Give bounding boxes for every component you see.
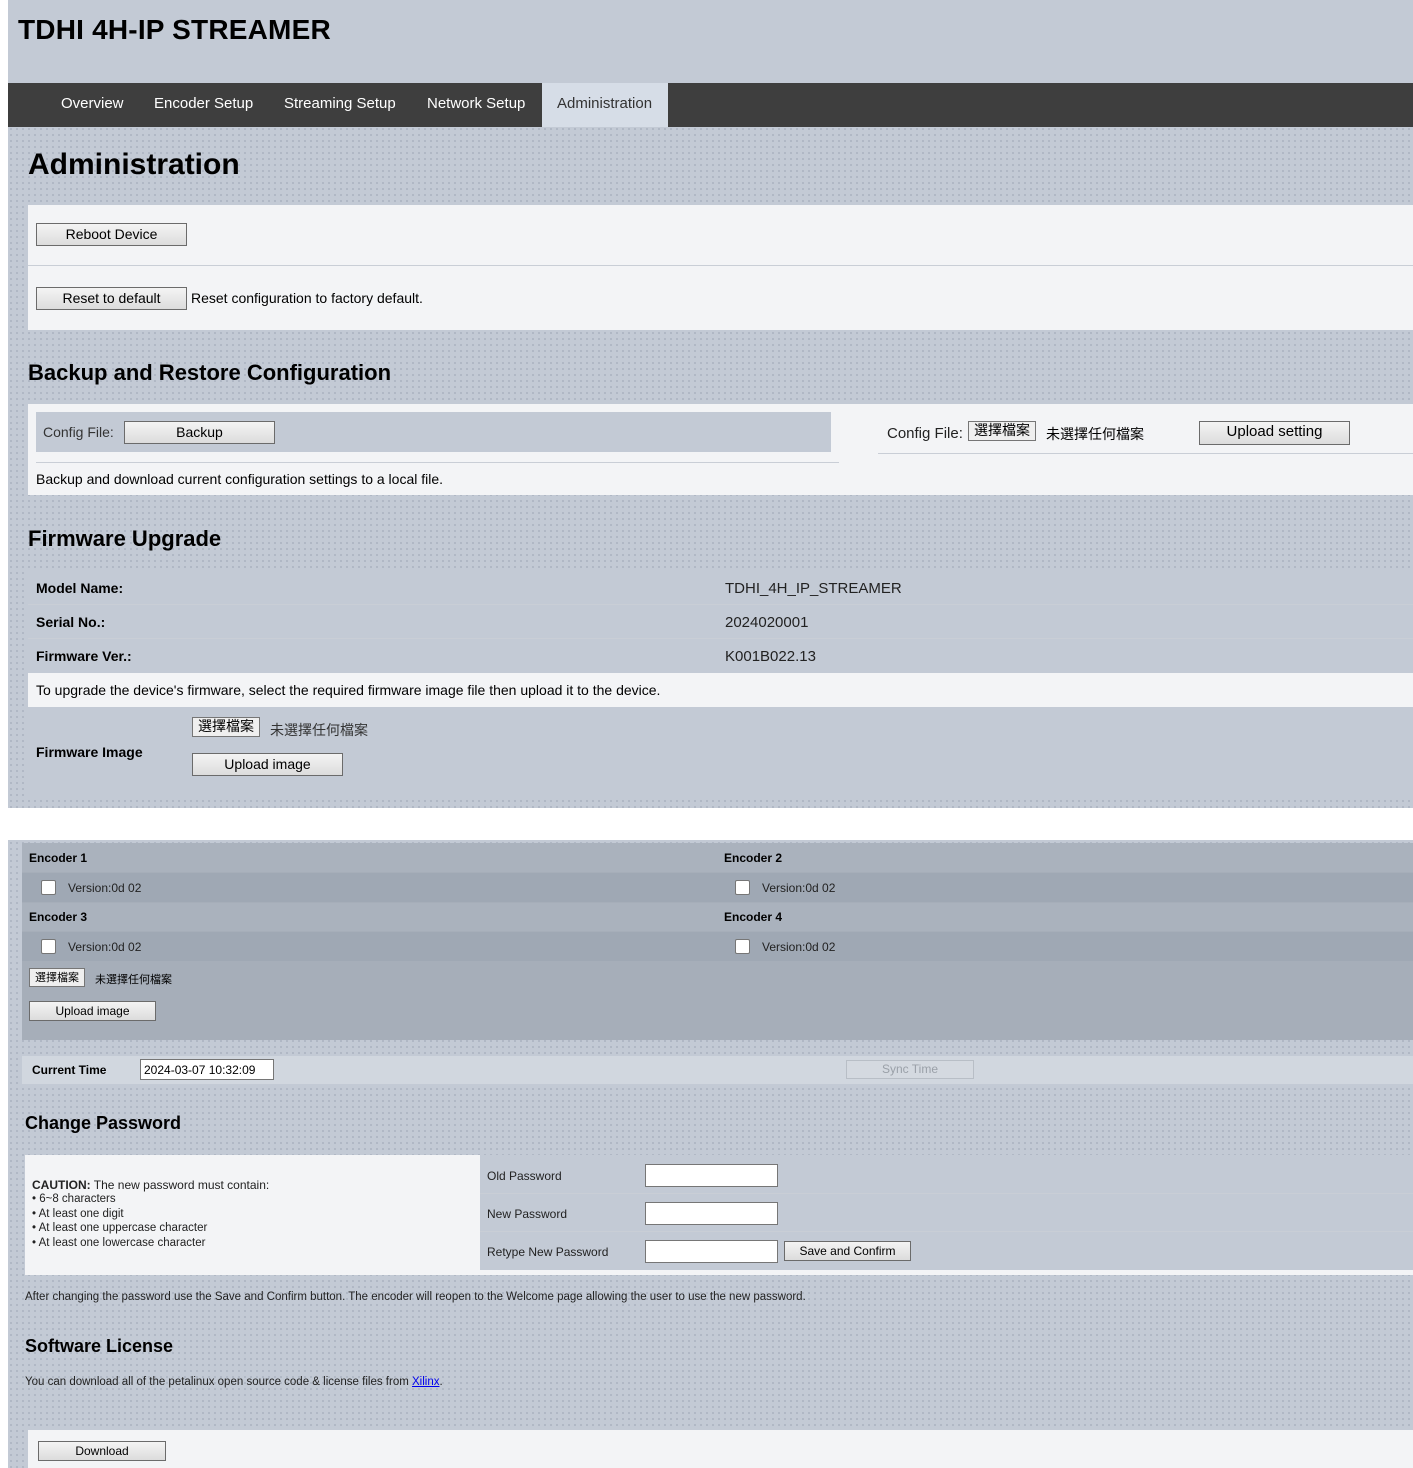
choose-config-file-button[interactable]: 選擇檔案 xyxy=(968,421,1036,441)
firmware-heading: Firmware Upgrade xyxy=(28,526,222,551)
caution-text: CAUTION: The new password must contain: xyxy=(32,1178,269,1192)
old-password-input[interactable] xyxy=(645,1164,778,1187)
backup-heading: Backup and Restore Configuration xyxy=(28,360,392,385)
reset-default-button[interactable]: Reset to default xyxy=(36,287,187,310)
tab-network-setup[interactable]: Network Setup xyxy=(427,83,525,127)
no-file-selected-text: 未選擇任何檔案 xyxy=(95,973,172,986)
backup-panel: Config File: Backup Config File: 選擇檔案 未選… xyxy=(28,404,1413,495)
serial-no-label: Serial No.: xyxy=(36,614,106,630)
table-row: Serial No.: 2024020001 xyxy=(28,605,1413,638)
password-rule: • At least one lowercase character xyxy=(32,1236,206,1249)
encoder-header-row: Encoder 1 Encoder 2 xyxy=(22,843,1413,872)
upload-firmware-button[interactable]: Upload image xyxy=(192,753,343,776)
encoder-3-label: Encoder 3 xyxy=(29,910,88,924)
backup-description: Backup and download current configuratio… xyxy=(36,471,444,487)
tab-administration[interactable]: Administration xyxy=(542,83,668,127)
caution-label: CAUTION: xyxy=(32,1178,91,1192)
serial-no-value: 2024020001 xyxy=(725,614,809,631)
save-and-confirm-button[interactable]: Save and Confirm xyxy=(784,1241,911,1261)
xilinx-link[interactable]: Xilinx xyxy=(412,1376,439,1388)
tab-overview[interactable]: Overview xyxy=(61,83,124,127)
app-title: TDHI 4H-IP STREAMER xyxy=(18,14,331,45)
password-rule: • At least one uppercase character xyxy=(32,1222,208,1234)
nav-bar: Overview Encoder Setup Streaming Setup N… xyxy=(8,83,1413,127)
encoder-4-label: Encoder 4 xyxy=(724,910,783,924)
password-form: Old Password New Password Retype New Pas… xyxy=(480,1155,1413,1270)
device-actions-panel: Reboot Device Reset to default Reset con… xyxy=(28,205,1413,330)
choose-encoder-file-button[interactable]: 選擇檔案 xyxy=(29,968,85,987)
sync-time-button[interactable]: Sync Time xyxy=(846,1060,974,1079)
page-title: Administration xyxy=(28,148,240,181)
model-name-label: Model Name: xyxy=(36,580,124,596)
no-file-selected-text: 未選擇任何檔案 xyxy=(1046,427,1144,443)
firmware-image-label: Firmware Image xyxy=(36,744,143,760)
firmware-ver-value: K001B022.13 xyxy=(725,648,816,665)
no-file-selected-text: 未選擇任何檔案 xyxy=(270,723,368,739)
reboot-device-button[interactable]: Reboot Device xyxy=(36,223,187,246)
encoder-1-label: Encoder 1 xyxy=(29,851,88,865)
encoder-version-row: Version:0d 02 Version:0d 02 xyxy=(22,932,1413,961)
encoder-3-version: Version:0d 02 xyxy=(68,940,142,954)
password-rule: • At least one digit xyxy=(32,1207,124,1220)
encoder-4-checkbox[interactable] xyxy=(735,939,750,954)
current-time-label: Current Time xyxy=(32,1063,107,1077)
encoder-3-checkbox[interactable] xyxy=(41,939,56,954)
software-license-heading: Software License xyxy=(25,1336,174,1356)
new-password-input[interactable] xyxy=(645,1202,778,1225)
encoder-1-version: Version:0d 02 xyxy=(68,881,142,895)
license-text: You can download all of the petalinux op… xyxy=(25,1376,443,1388)
encoder-2-checkbox[interactable] xyxy=(735,880,750,895)
divider xyxy=(28,265,1413,266)
tab-encoder-setup[interactable]: Encoder Setup xyxy=(154,83,253,127)
divider xyxy=(878,453,1413,454)
encoder-firmware-panel: Encoder 1 Encoder 2 Version:0d 02 Versio… xyxy=(22,843,1413,1040)
table-row: Firmware Ver.: K001B022.13 xyxy=(28,639,1413,670)
firmware-ver-label: Firmware Ver.: xyxy=(36,648,132,664)
choose-firmware-file-button[interactable]: 選擇檔案 xyxy=(192,717,260,737)
download-button[interactable]: Download xyxy=(38,1441,166,1461)
firmware-image-row: Firmware Image 選擇檔案 未選擇任何檔案 Upload image xyxy=(28,707,1413,798)
firmware-info-table: Model Name: TDHI_4H_IP_STREAMER Serial N… xyxy=(28,570,1413,670)
old-password-row: Old Password xyxy=(480,1155,1413,1193)
current-time-field[interactable]: 2024-03-07 10:32:09 xyxy=(140,1059,274,1080)
retype-password-row: Retype New Password Save and Confirm xyxy=(480,1232,1413,1270)
license-suffix: . xyxy=(439,1376,443,1388)
model-name-value: TDHI_4H_IP_STREAMER xyxy=(725,580,902,597)
config-file-label: Config File: xyxy=(887,425,963,442)
backup-button[interactable]: Backup xyxy=(124,421,275,444)
password-rules: • 6~8 characters • At least one digit • … xyxy=(32,1192,207,1250)
current-time-row: Current Time 2024-03-07 10:32:09 Sync Ti… xyxy=(22,1056,1413,1084)
download-row: Download xyxy=(28,1430,1413,1468)
upload-setting-button[interactable]: Upload setting xyxy=(1199,421,1350,445)
encoder-2-version: Version:0d 02 xyxy=(762,881,836,895)
upload-encoder-image-button[interactable]: Upload image xyxy=(29,1001,156,1021)
change-password-panel: CAUTION: The new password must contain: … xyxy=(25,1155,1413,1275)
retype-password-input[interactable] xyxy=(645,1240,778,1263)
config-file-label: Config File: xyxy=(43,424,114,440)
firmware-instructions: To upgrade the device's firmware, select… xyxy=(36,682,661,698)
encoder-1-checkbox[interactable] xyxy=(41,880,56,895)
encoder-version-row: Version:0d 02 Version:0d 02 xyxy=(22,873,1413,902)
license-description: You can download all of the petalinux op… xyxy=(25,1376,412,1388)
password-rule: • 6~8 characters xyxy=(32,1193,116,1205)
new-password-label: New Password xyxy=(487,1207,568,1221)
backup-row: Config File: Backup xyxy=(36,412,831,452)
caution-message: The new password must contain: xyxy=(90,1178,270,1192)
encoder-2-label: Encoder 2 xyxy=(724,851,783,865)
encoder-4-version: Version:0d 02 xyxy=(762,940,836,954)
table-row: Model Name: TDHI_4H_IP_STREAMER xyxy=(28,570,1413,604)
old-password-label: Old Password xyxy=(487,1169,562,1183)
password-change-note: After changing the password use the Save… xyxy=(25,1291,806,1303)
retype-password-label: Retype New Password xyxy=(487,1245,609,1259)
tab-streaming-setup[interactable]: Streaming Setup xyxy=(284,83,396,127)
firmware-instructions-row: To upgrade the device's firmware, select… xyxy=(28,673,1413,707)
divider xyxy=(36,462,839,463)
encoder-header-row: Encoder 3 Encoder 4 xyxy=(22,903,1413,931)
reset-description: Reset configuration to factory default. xyxy=(191,290,423,306)
new-password-row: New Password xyxy=(480,1194,1413,1231)
change-password-heading: Change Password xyxy=(25,1113,182,1133)
